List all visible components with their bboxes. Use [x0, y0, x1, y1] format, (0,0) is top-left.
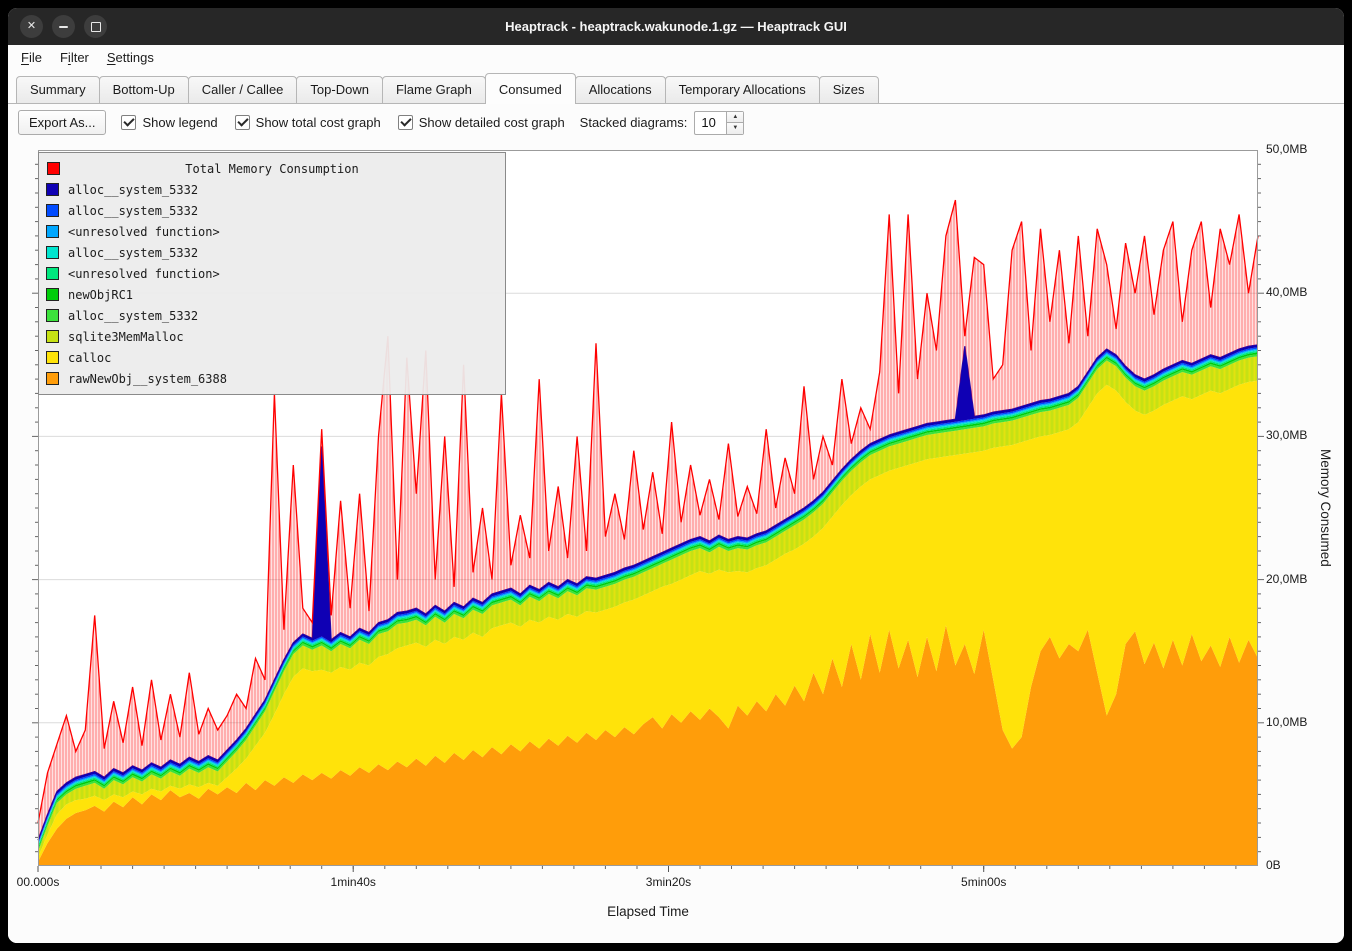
legend-item: alloc__system_5332: [46, 200, 498, 221]
legend-swatch: [46, 267, 59, 280]
legend-label: calloc: [68, 351, 111, 365]
legend-item: newObjRC1: [46, 284, 498, 305]
export-as-button[interactable]: Export As...: [18, 110, 106, 135]
checkbox-label: Show legend: [142, 115, 217, 130]
minimize-icon: [59, 26, 68, 28]
minimize-button[interactable]: [52, 15, 75, 38]
tab-flame-graph[interactable]: Flame Graph: [382, 76, 486, 103]
x-tick-label: 1min40s: [331, 875, 376, 889]
legend-item: sqlite3MemMalloc: [46, 326, 498, 347]
y-tick-label: 50,0MB: [1266, 142, 1307, 156]
spin-down-icon: ▼: [732, 125, 738, 131]
stacked-diagrams-spinbox: 10 ▲ ▼: [694, 111, 744, 135]
checkbox-show-detailed-cost-graph[interactable]: Show detailed cost graph: [398, 115, 565, 130]
legend-swatch: [46, 225, 59, 238]
menubar: FileFilterSettings: [8, 45, 1344, 70]
legend-swatch: [47, 162, 60, 175]
legend-label: alloc__system_5332: [68, 246, 198, 260]
checkbox-box: [235, 115, 250, 130]
chart-area: Total Memory Consumption alloc__system_53…: [8, 140, 1344, 943]
legend-swatch: [46, 246, 59, 259]
y-tick-label: 10,0MB: [1266, 715, 1307, 729]
spin-up-button[interactable]: ▲: [727, 112, 743, 123]
tab-allocations[interactable]: Allocations: [575, 76, 666, 103]
tabbar: SummaryBottom-UpCaller / CalleeTop-DownF…: [8, 70, 1344, 104]
legend-item: alloc__system_5332: [46, 242, 498, 263]
window-controls: ✕: [20, 8, 107, 45]
tab-consumed[interactable]: Consumed: [485, 73, 576, 103]
legend-label: alloc__system_5332: [68, 204, 198, 218]
checkbox-box: [398, 115, 413, 130]
legend-item: calloc: [46, 347, 498, 368]
legend-label: alloc__system_5332: [68, 183, 198, 197]
legend-item: alloc__system_5332: [46, 179, 498, 200]
tab-summary[interactable]: Summary: [16, 76, 100, 103]
checkbox-show-total-cost-graph[interactable]: Show total cost graph: [235, 115, 381, 130]
legend-label: sqlite3MemMalloc: [68, 330, 184, 344]
x-tick-label: 3min20s: [646, 875, 691, 889]
maximize-icon: [91, 22, 101, 32]
y-tick-label: 0B: [1266, 858, 1281, 872]
checkbox-label: Show detailed cost graph: [419, 115, 565, 130]
spin-buttons: ▲ ▼: [726, 112, 743, 134]
stacked-diagrams-label: Stacked diagrams:: [580, 115, 688, 130]
toolbar-checkboxes: Show legend Show total cost graph Show det…: [121, 115, 564, 130]
legend-swatch: [46, 183, 59, 196]
y-axis-title: Memory Consumed: [1318, 150, 1333, 866]
legend-item: <unresolved function>: [46, 221, 498, 242]
legend-swatch: [46, 288, 59, 301]
y-tick-label: 20,0MB: [1266, 572, 1307, 586]
window-title: Heaptrack - heaptrack.wakunode.1.gz — He…: [8, 19, 1344, 34]
chart-legend: Total Memory Consumption alloc__system_53…: [38, 152, 506, 395]
spin-up-icon: ▲: [732, 114, 738, 120]
x-tick-label: 5min00s: [961, 875, 1006, 889]
legend-swatch: [46, 351, 59, 364]
legend-label: Total Memory Consumption: [185, 162, 358, 176]
close-icon: ✕: [27, 21, 36, 32]
x-axis-title: Elapsed Time: [607, 904, 689, 919]
legend-swatch: [46, 372, 59, 385]
close-button[interactable]: ✕: [20, 15, 43, 38]
y-tick-label: 40,0MB: [1266, 285, 1307, 299]
menu-item-filter[interactable]: Filter: [51, 47, 98, 68]
tab-temporary-allocations[interactable]: Temporary Allocations: [665, 76, 820, 103]
legend-title: Total Memory Consumption: [46, 158, 498, 179]
legend-item: rawNewObj__system_6388: [46, 368, 498, 389]
toolbar: Export As... Show legend Show total cost …: [8, 104, 1344, 140]
titlebar: ✕ Heaptrack - heaptrack.wakunode.1.gz — …: [8, 8, 1344, 45]
legend-swatch: [46, 204, 59, 217]
tab-bottom-up[interactable]: Bottom-Up: [99, 76, 189, 103]
checkbox-label: Show total cost graph: [256, 115, 381, 130]
legend-item: <unresolved function>: [46, 263, 498, 284]
stacked-diagrams-input[interactable]: 10: [695, 112, 726, 134]
spin-down-button[interactable]: ▼: [727, 122, 743, 134]
legend-label: alloc__system_5332: [68, 309, 198, 323]
checkbox-box: [121, 115, 136, 130]
legend-label: rawNewObj__system_6388: [68, 372, 227, 386]
legend-swatch: [46, 330, 59, 343]
tab-caller-callee[interactable]: Caller / Callee: [188, 76, 298, 103]
legend-label: newObjRC1: [68, 288, 133, 302]
tab-top-down[interactable]: Top-Down: [296, 76, 383, 103]
maximize-button[interactable]: [84, 15, 107, 38]
legend-label: <unresolved function>: [68, 225, 220, 239]
menu-item-settings[interactable]: Settings: [98, 47, 163, 68]
y-tick-label: 30,0MB: [1266, 428, 1307, 442]
checkbox-show-legend[interactable]: Show legend: [121, 115, 217, 130]
tab-sizes[interactable]: Sizes: [819, 76, 879, 103]
legend-label: <unresolved function>: [68, 267, 220, 281]
heaptrack-window: ✕ Heaptrack - heaptrack.wakunode.1.gz — …: [8, 8, 1344, 943]
x-tick-label: 00.000s: [17, 875, 60, 889]
menu-item-file[interactable]: File: [12, 47, 51, 68]
stacked-diagrams-control: Stacked diagrams: 10 ▲ ▼: [580, 111, 745, 135]
legend-item: alloc__system_5332: [46, 305, 498, 326]
legend-swatch: [46, 309, 59, 322]
